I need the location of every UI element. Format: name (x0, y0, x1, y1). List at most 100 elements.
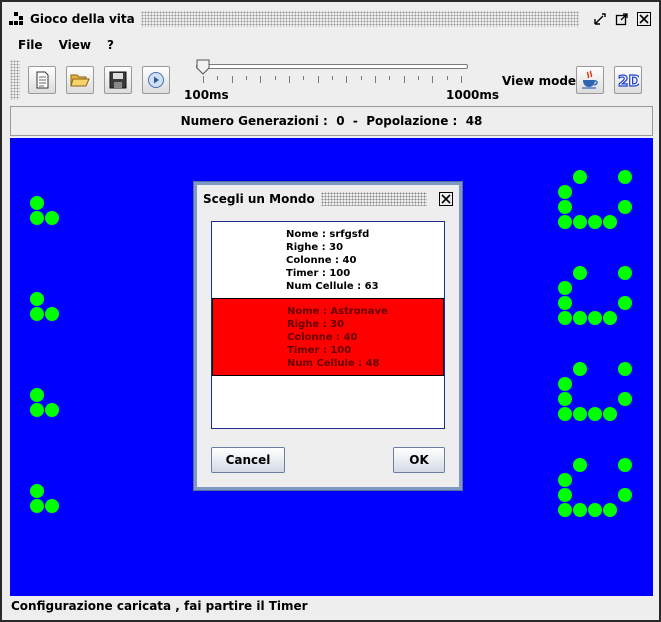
save-world-button[interactable] (104, 66, 132, 94)
slider-tick (332, 76, 333, 80)
status-message: Configurazione caricata , fai partire il… (11, 599, 308, 613)
toolbar-grip[interactable] (10, 60, 20, 100)
play-icon (148, 72, 164, 88)
title-bar[interactable]: Gioco della vita (8, 6, 653, 32)
dialog-title: Scegli un Mondo (203, 192, 315, 206)
live-cell (603, 407, 617, 421)
slider-tick (389, 76, 391, 80)
menu-help[interactable]: ? (99, 36, 122, 54)
population-label: Popolazione : (366, 114, 458, 128)
generations-value: 0 (336, 114, 345, 128)
world-list-item[interactable]: Nome : srfgsfd Righe : 30 Colonne : 40 T… (212, 222, 444, 300)
title-bar-grip (140, 11, 579, 27)
live-cell (618, 392, 632, 406)
slider-tick (346, 76, 348, 83)
window-title: Gioco della vita (30, 12, 135, 26)
live-cell (573, 362, 587, 376)
open-world-button[interactable] (66, 66, 94, 94)
live-cell (573, 407, 587, 421)
live-cell (588, 503, 602, 517)
world-cells: Num Cellule : 63 (286, 281, 379, 292)
close-icon (637, 12, 651, 26)
live-cell (558, 473, 572, 487)
live-cell (45, 211, 59, 225)
dialog-title-bar[interactable]: Scegli un Mondo (203, 189, 455, 209)
timer-slider[interactable]: 100ms 1000ms (182, 56, 500, 102)
live-cell (573, 311, 587, 325)
new-world-button[interactable] (28, 66, 56, 94)
dialog-close-button[interactable] (437, 190, 455, 208)
close-button[interactable] (635, 10, 653, 28)
slider-tick (403, 76, 405, 83)
slider-tick (317, 76, 319, 83)
menu-file[interactable]: File (10, 36, 51, 54)
live-cell (45, 307, 59, 321)
live-cell (618, 458, 632, 472)
world-rows: Righe : 30 (286, 242, 344, 253)
live-cell (558, 200, 572, 214)
live-cell (558, 377, 572, 391)
live-cell (603, 311, 617, 325)
slider-tick (260, 76, 262, 83)
live-cell (618, 362, 632, 376)
minimize-icon (594, 13, 606, 25)
slider-track[interactable] (196, 64, 468, 69)
live-cell (558, 281, 572, 295)
world-list-item-selected[interactable]: Nome : Astronave Righe : 30 Colonne : 40… (212, 298, 444, 376)
dialog-title-grip (320, 192, 427, 206)
slider-tick (289, 76, 290, 83)
folder-open-icon (70, 74, 90, 87)
live-cell (558, 185, 572, 199)
cancel-button[interactable]: Cancel (211, 447, 285, 473)
live-cell (573, 503, 587, 517)
slider-tick (418, 76, 419, 80)
close-icon (439, 192, 453, 206)
live-cell (558, 392, 572, 406)
live-cell (573, 215, 587, 229)
live-cell (618, 488, 632, 502)
toolbar: 100ms 1000ms View mode 2D (10, 56, 653, 104)
menu-bar: File View ? (10, 36, 122, 54)
maximize-icon (615, 13, 628, 26)
slider-tick (203, 76, 204, 83)
live-cell (618, 170, 632, 184)
slider-tick (217, 76, 219, 80)
play-timer-button[interactable] (142, 66, 170, 94)
world-rows: Righe : 30 (287, 319, 345, 330)
ok-button[interactable]: OK (393, 447, 445, 473)
view-mode-java-button[interactable] (576, 66, 604, 94)
live-cell (573, 458, 587, 472)
live-cell (603, 503, 617, 517)
maximize-button[interactable] (613, 10, 631, 28)
live-cell (30, 292, 44, 306)
live-cell (30, 403, 44, 417)
minimize-button[interactable] (591, 10, 609, 28)
slider-tick (303, 76, 305, 80)
world-timer: Timer : 100 (286, 268, 351, 279)
slider-tick (432, 76, 434, 83)
world-cells: Num Cellule : 48 (287, 358, 380, 369)
world-cols: Colonne : 40 (287, 332, 358, 343)
live-cell (558, 503, 572, 517)
slider-tick (375, 76, 376, 83)
slider-tick (274, 76, 276, 80)
view-2d-icon: 2D (617, 71, 639, 90)
menu-view[interactable]: View (51, 36, 99, 54)
document-icon (36, 71, 49, 89)
slider-thumb[interactable] (196, 59, 210, 75)
world-name: Nome : srfgsfd (286, 229, 370, 240)
live-cell (588, 215, 602, 229)
live-cell (618, 266, 632, 280)
slider-max-label: 1000ms (446, 88, 500, 102)
live-cell (558, 215, 572, 229)
world-name: Nome : Astronave (287, 306, 388, 317)
view-mode-2d-button[interactable]: 2D (614, 66, 642, 94)
slider-tick (360, 76, 362, 80)
world-list[interactable]: Nome : srfgsfd Righe : 30 Colonne : 40 T… (211, 221, 445, 429)
stats-bar: Numero Generazioni : 0 - Popolazione : 4… (10, 106, 653, 136)
svg-text:2D: 2D (618, 72, 639, 90)
slider-tick (231, 76, 233, 83)
population-value: 48 (465, 114, 483, 128)
live-cell (30, 499, 44, 513)
slider-min-label: 100ms (184, 88, 229, 102)
